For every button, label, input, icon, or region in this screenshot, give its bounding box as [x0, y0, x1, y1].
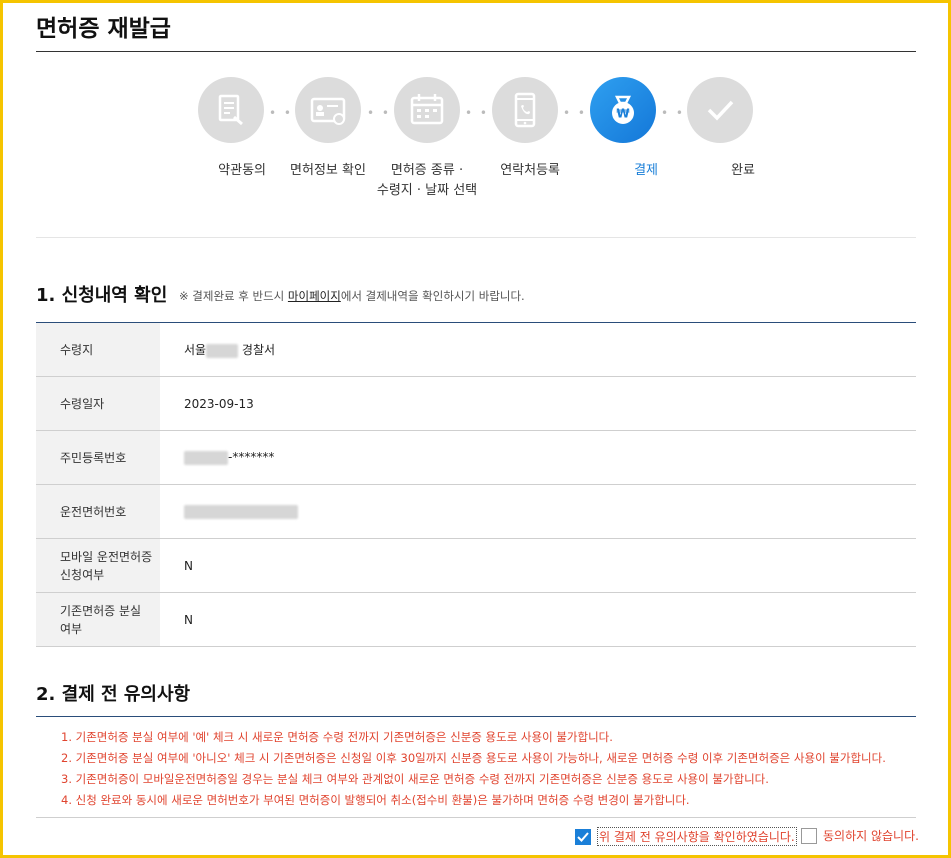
agree-label[interactable]: 위 결제 전 유의사항을 확인하였습니다. — [597, 827, 797, 846]
step-label: 결제 — [634, 163, 658, 178]
step-label: 약관동의 — [218, 163, 266, 178]
id-card-icon — [295, 77, 361, 143]
phone-icon — [492, 77, 558, 143]
section1-note: ※ 결제완료 후 반드시 마이페이지에서 결제내역을 확인하시기 바랍니다. — [179, 289, 525, 303]
section2-title: 2. 결제 전 유의사항 — [36, 684, 191, 705]
step-dots: • • — [269, 106, 293, 120]
section-divider — [36, 237, 916, 238]
row-value: 2023-09-13 — [160, 376, 916, 431]
row-value: N — [160, 592, 916, 647]
table-row: 주민등록번호 -******* — [36, 430, 916, 485]
masked-value — [184, 450, 228, 465]
row-label: 주민등록번호 — [36, 430, 160, 485]
notice-list: 1. 기존면허증 분실 여부에 '예' 체크 시 새로운 면허증 수령 전까지 … — [61, 727, 886, 811]
bottom-divider — [36, 817, 916, 818]
row-label: 모바일 운전면허증 신청여부 — [36, 538, 160, 593]
row-value: N — [160, 538, 916, 593]
page-frame: 면허증 재발급 약관동의 • • 면허정보 확인 • • 면허증 종류 · 수령지… — [0, 0, 951, 858]
mypage-link[interactable]: 마이페이지 — [288, 289, 341, 303]
table-row: 운전면허번호 — [36, 484, 916, 539]
step-complete: 완료 — [685, 77, 755, 181]
step-license-info: 면허정보 확인 — [290, 77, 366, 181]
step-label: 면허증 종류 · 수령지 · 날짜 선택 — [376, 163, 478, 198]
step-label: 연락처등록 — [500, 163, 560, 178]
step-license-type: 면허증 종류 · 수령지 · 날짜 선택 — [377, 77, 477, 201]
notice-item: 4. 신청 완료와 동시에 새로운 면허번호가 부여된 면허증이 발행되어 취소… — [61, 793, 690, 807]
table-row: 수령일자 2023-09-13 — [36, 376, 916, 431]
step-payment: ₩ 결제 — [588, 77, 658, 181]
disagree-label[interactable]: 동의하지 않습니다. — [823, 827, 919, 844]
notice-item: 3. 기존면허증이 모바일운전면허증일 경우는 분실 체크 여부와 관계없이 새… — [61, 772, 769, 786]
application-info-table: 수령지 서울 경찰서 수령일자 2023-09-13 주민등록번호 -*****… — [36, 322, 916, 647]
title-divider — [36, 51, 916, 52]
row-label: 기존면허증 분실 여부 — [36, 592, 160, 647]
masked-value — [206, 343, 239, 358]
step-dots: • • — [563, 106, 587, 120]
row-value: 서울 경찰서 — [160, 322, 916, 377]
step-terms: 약관동의 — [196, 77, 266, 181]
row-value — [160, 484, 916, 539]
step-dots: • • — [367, 106, 391, 120]
notice-item: 1. 기존면허증 분실 여부에 '예' 체크 시 새로운 면허증 수령 전까지 … — [61, 730, 613, 744]
agree-checkbox-option[interactable]: 위 결제 전 유의사항을 확인하였습니다. — [575, 827, 797, 846]
calendar-icon — [394, 77, 460, 143]
svg-text:₩: ₩ — [616, 107, 630, 121]
section1-title: 1. 신청내역 확인 — [36, 285, 168, 306]
page-title: 면허증 재발급 — [36, 16, 171, 42]
checkbox-unchecked-icon[interactable] — [801, 827, 817, 844]
disagree-checkbox-option[interactable]: 동의하지 않습니다. — [801, 827, 919, 844]
row-label: 수령일자 — [36, 376, 160, 431]
checkbox-checked-icon[interactable] — [575, 828, 591, 845]
step-dots: • • — [465, 106, 489, 120]
step-dots: • • — [661, 106, 685, 120]
table-row: 모바일 운전면허증 신청여부 N — [36, 538, 916, 593]
table-row: 수령지 서울 경찰서 — [36, 322, 916, 377]
row-label: 수령지 — [36, 322, 160, 377]
step-label: 면허정보 확인 — [290, 163, 366, 178]
section2-divider — [36, 716, 916, 717]
notice-item: 2. 기존면허증 분실 여부에 '아니오' 체크 시 기존면허증은 신청일 이후… — [61, 751, 886, 765]
document-pen-icon — [198, 77, 264, 143]
step-contact: 연락처등록 — [490, 77, 560, 181]
step-label: 완료 — [731, 163, 755, 178]
won-bag-icon: ₩ — [590, 77, 656, 143]
row-label: 운전면허번호 — [36, 484, 160, 539]
check-icon — [687, 77, 753, 143]
masked-value — [184, 504, 298, 519]
table-row: 기존면허증 분실 여부 N — [36, 592, 916, 647]
row-value: -******* — [160, 430, 916, 485]
